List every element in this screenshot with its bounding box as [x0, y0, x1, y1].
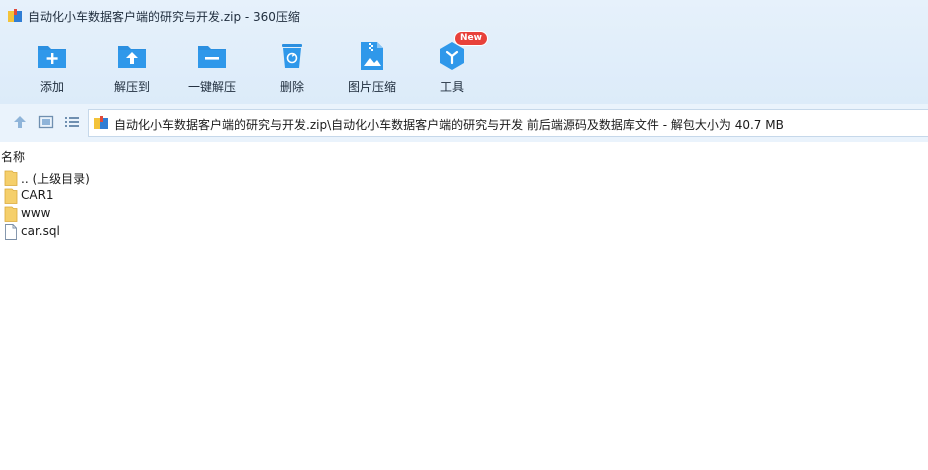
image-compress-label: 图片压缩	[347, 80, 396, 94]
address-path: 自动化小车数据客户端的研究与开发.zip\自动化小车数据客户端的研究与开发 前后…	[114, 118, 784, 132]
list-view-icon[interactable]	[64, 114, 80, 130]
list-item-parent-directory[interactable]: .. (上级目录)	[0, 169, 400, 187]
one-click-extract-button[interactable]: 一键解压	[172, 38, 252, 100]
list-item-car-sql[interactable]: car.sql	[0, 223, 400, 241]
file-icon	[5, 224, 17, 240]
up-arrow-icon[interactable]	[12, 114, 28, 130]
image-compress-button[interactable]: 图片压缩	[332, 38, 412, 100]
add-folder-icon	[38, 46, 66, 68]
file-name: CAR1	[21, 188, 54, 202]
add-label: 添加	[39, 80, 64, 94]
delete-label: 删除	[279, 80, 304, 94]
extract-to-button[interactable]: 解压到	[92, 38, 172, 100]
file-list: 名称 .. (上级目录) CAR1 www car.sql	[0, 142, 928, 470]
list-item-www[interactable]: www	[0, 205, 400, 223]
delete-button[interactable]: 删除	[252, 38, 332, 100]
one-click-extract-icon	[198, 46, 226, 68]
window-title: 自动化小车数据客户端的研究与开发.zip - 360压缩	[28, 10, 300, 24]
image-compress-icon	[361, 42, 383, 70]
new-badge: New	[455, 32, 487, 45]
add-button[interactable]: 添加	[12, 38, 92, 100]
address-bar[interactable]: 自动化小车数据客户端的研究与开发.zip\自动化小车数据客户端的研究与开发 前后…	[88, 109, 928, 137]
top-area: 自动化小车数据客户端的研究与开发.zip - 360压缩 添加 解压到 一键解压…	[0, 0, 928, 104]
trash-icon	[282, 44, 302, 68]
tools-label: 工具	[439, 80, 464, 94]
thumbnail-view-icon[interactable]	[38, 114, 54, 130]
list-item-car1[interactable]: CAR1	[0, 187, 400, 205]
extract-to-label: 解压到	[113, 80, 150, 94]
archive-icon	[94, 116, 108, 129]
column-header-name[interactable]: 名称	[0, 148, 25, 166]
extract-to-icon	[118, 46, 146, 68]
file-name: car.sql	[21, 224, 60, 238]
folder-icon	[4, 170, 18, 186]
folder-icon	[4, 206, 18, 222]
archive-icon	[8, 9, 22, 22]
file-name: www	[21, 206, 51, 220]
tools-button[interactable]: New 工具	[412, 32, 492, 100]
one-click-extract-label: 一键解压	[187, 80, 236, 94]
file-name: .. (上级目录)	[21, 172, 90, 186]
folder-icon	[4, 188, 18, 204]
title-bar: 自动化小车数据客户端的研究与开发.zip - 360压缩	[0, 0, 928, 32]
navigation-bar: 自动化小车数据客户端的研究与开发.zip\自动化小车数据客户端的研究与开发 前后…	[0, 104, 928, 143]
